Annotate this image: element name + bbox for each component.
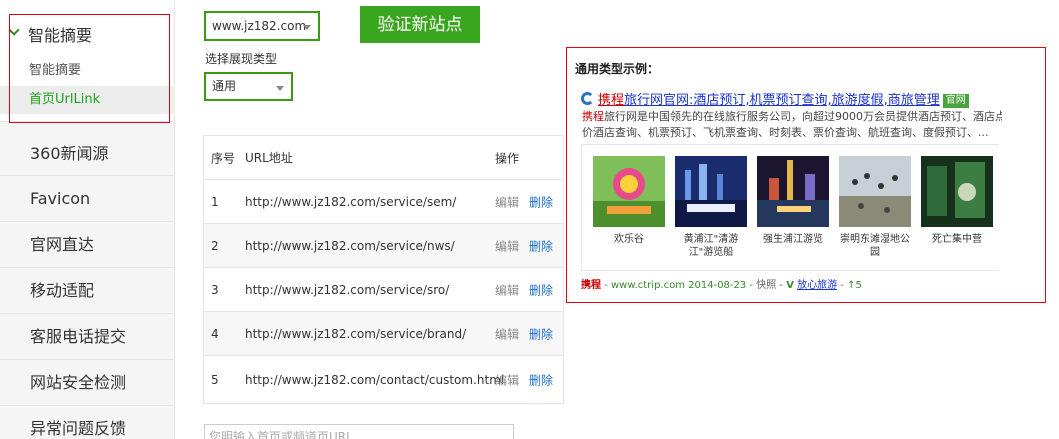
url-input[interactable]: 您明输入首页或频道页URL xyxy=(204,424,514,439)
sidebar-item-favicon[interactable]: Favicon xyxy=(0,176,174,222)
delete-button[interactable]: 删除 xyxy=(529,239,553,253)
delete-button[interactable]: 删除 xyxy=(529,327,553,341)
caption-death-camp: 死亡集中营 xyxy=(932,234,982,245)
thumbnail-happy-valley[interactable] xyxy=(593,156,665,227)
dropdown-caret-icon xyxy=(276,86,284,91)
row-actions: 编辑 删除 xyxy=(495,371,553,388)
footer-up-count: 5 xyxy=(855,280,862,291)
row-url: http://www.jz182.com/service/nws/ xyxy=(245,238,455,253)
caption-happy-valley: 欢乐谷 xyxy=(614,234,644,245)
table-row: 1 http://www.jz182.com/service/sem/ 编辑 删除 xyxy=(204,180,563,224)
site-select-value: www.jz182.com xyxy=(212,19,307,33)
caption-huangpu-boat: 黄浦江"清游江"游览船 xyxy=(683,234,739,258)
example-title: 通用类型示例： xyxy=(575,62,660,76)
footer-safe-travel-link[interactable]: 放心旅游 xyxy=(797,280,837,291)
official-badge: 官网 xyxy=(942,94,969,108)
footer-url: - www.ctrip.com 2014-08-23 - xyxy=(601,280,757,291)
sidebar-item-official-site[interactable]: 官网直达 xyxy=(0,222,174,268)
desc-line1: 旅行网是中国领先的在线旅行服务公司，向超过9000万会员提供酒店预订、酒店点评及… xyxy=(604,110,1002,123)
table-row: 4 http://www.jz182.com/service/brand/ 编辑… xyxy=(204,312,563,356)
row-url: http://www.jz182.com/service/brand/ xyxy=(245,326,467,341)
row-no: 2 xyxy=(211,238,219,253)
header-op: 操作 xyxy=(495,151,520,165)
image-gallery: 欢乐谷 黄浦江"清游江"游览船 强生浦江游览 崇明东滩湿地公园 死亡集中营 xyxy=(581,144,999,271)
header-url: URL地址 xyxy=(245,150,293,165)
row-actions: 编辑 删除 xyxy=(495,193,553,210)
row-actions: 编辑 删除 xyxy=(495,237,553,254)
sidebar-group-smart-summary: 智能摘要 智能摘要 首页UrlLink xyxy=(0,0,175,123)
sidebar-item-feedback[interactable]: 异常问题反馈 xyxy=(0,406,174,439)
table-row: 2 http://www.jz182.com/service/nws/ 编辑 删除 xyxy=(204,224,563,268)
verify-new-site-button[interactable]: 验证新站点 xyxy=(360,6,480,43)
row-no: 4 xyxy=(211,326,219,341)
row-url: http://www.jz182.com/service/sem/ xyxy=(245,194,457,209)
header-no: 序号 xyxy=(211,151,236,165)
row-url: http://www.jz182.com/contact/custom.html xyxy=(245,372,505,387)
sidebar-item-mobile-adapt[interactable]: 移动适配 xyxy=(0,268,174,314)
thumbnail-qiangsheng-cruise[interactable] xyxy=(757,156,829,227)
display-type-select[interactable]: 通用 xyxy=(204,72,293,101)
sidebar: 智能摘要 智能摘要 首页UrlLink 360新闻源 Favicon 官网直达 … xyxy=(0,0,175,439)
thumbnail-dongtan-wetland[interactable] xyxy=(839,156,911,227)
thumbnail-huangpu-boat[interactable] xyxy=(675,156,747,227)
desc-em: 携程 xyxy=(582,110,604,123)
footer-snapshot[interactable]: 快照 xyxy=(756,280,776,291)
delete-button[interactable]: 删除 xyxy=(529,373,553,387)
url-table: 序号 URL地址 操作 1 http://www.jz182.com/servi… xyxy=(203,135,564,404)
sidebar-item-security-check[interactable]: 网站安全检测 xyxy=(0,360,174,406)
sidebar-item-360-news[interactable]: 360新闻源 xyxy=(0,122,174,176)
edit-button[interactable]: 编辑 xyxy=(495,327,519,341)
caption-dongtan-wetland: 崇明东滩湿地公园 xyxy=(840,234,910,258)
thumbnail-death-camp[interactable] xyxy=(921,156,993,227)
table-header: 序号 URL地址 操作 xyxy=(204,136,563,180)
site-select[interactable]: www.jz182.com xyxy=(204,11,320,41)
ctrip-logo-icon xyxy=(581,92,594,105)
footer-em: 携程 xyxy=(581,280,601,291)
display-type-label: 选择展现类型 xyxy=(205,52,278,66)
result-footer: 携程 - www.ctrip.com 2014-08-23 - 快照 - V 放… xyxy=(581,280,862,291)
row-actions: 编辑 删除 xyxy=(495,281,553,298)
highlight-box xyxy=(9,14,170,123)
row-actions: 编辑 删除 xyxy=(495,325,553,342)
desc-line2: 价酒店查询、机票预订、飞机票查询、时刻表、票价查询、航班查询、度假预订、... xyxy=(582,126,989,139)
edit-button[interactable]: 编辑 xyxy=(495,195,519,209)
result-title-rest: 旅行网官网:酒店预订,机票预订查询,旅游度假,商旅管理 xyxy=(624,93,940,108)
result-description: 携程旅行网是中国领先的在线旅行服务公司，向超过9000万会员提供酒店预订、酒店点… xyxy=(582,109,1002,141)
row-no: 1 xyxy=(211,194,219,209)
row-no: 3 xyxy=(211,282,219,297)
verified-v-icon: V xyxy=(786,280,794,291)
edit-button[interactable]: 编辑 xyxy=(495,283,519,297)
display-type-value: 通用 xyxy=(212,79,237,93)
page: 智能摘要 智能摘要 首页UrlLink 360新闻源 Favicon 官网直达 … xyxy=(0,0,1059,439)
result-title-em: 携程 xyxy=(598,93,625,108)
delete-button[interactable]: 删除 xyxy=(529,283,553,297)
delete-button[interactable]: 删除 xyxy=(529,195,553,209)
caption-qiangsheng-cruise: 强生浦江游览 xyxy=(763,234,823,245)
table-row: 3 http://www.jz182.com/service/sro/ 编辑 删除 xyxy=(204,268,563,312)
row-url: http://www.jz182.com/service/sro/ xyxy=(245,282,450,297)
row-no: 5 xyxy=(211,372,219,387)
edit-button[interactable]: 编辑 xyxy=(495,239,519,253)
sidebar-item-service-phone[interactable]: 客服电话提交 xyxy=(0,314,174,360)
example-panel: 通用类型示例： 携程旅行网官网:酒店预订,机票预订查询,旅游度假,商旅管理 官网 … xyxy=(566,47,1046,303)
table-row: 5 http://www.jz182.com/contact/custom.ht… xyxy=(204,356,563,403)
result-title-link[interactable]: 携程旅行网官网:酒店预订,机票预订查询,旅游度假,商旅管理 官网 xyxy=(598,89,969,108)
dropdown-caret-icon xyxy=(303,25,311,30)
edit-button[interactable]: 编辑 xyxy=(495,373,519,387)
